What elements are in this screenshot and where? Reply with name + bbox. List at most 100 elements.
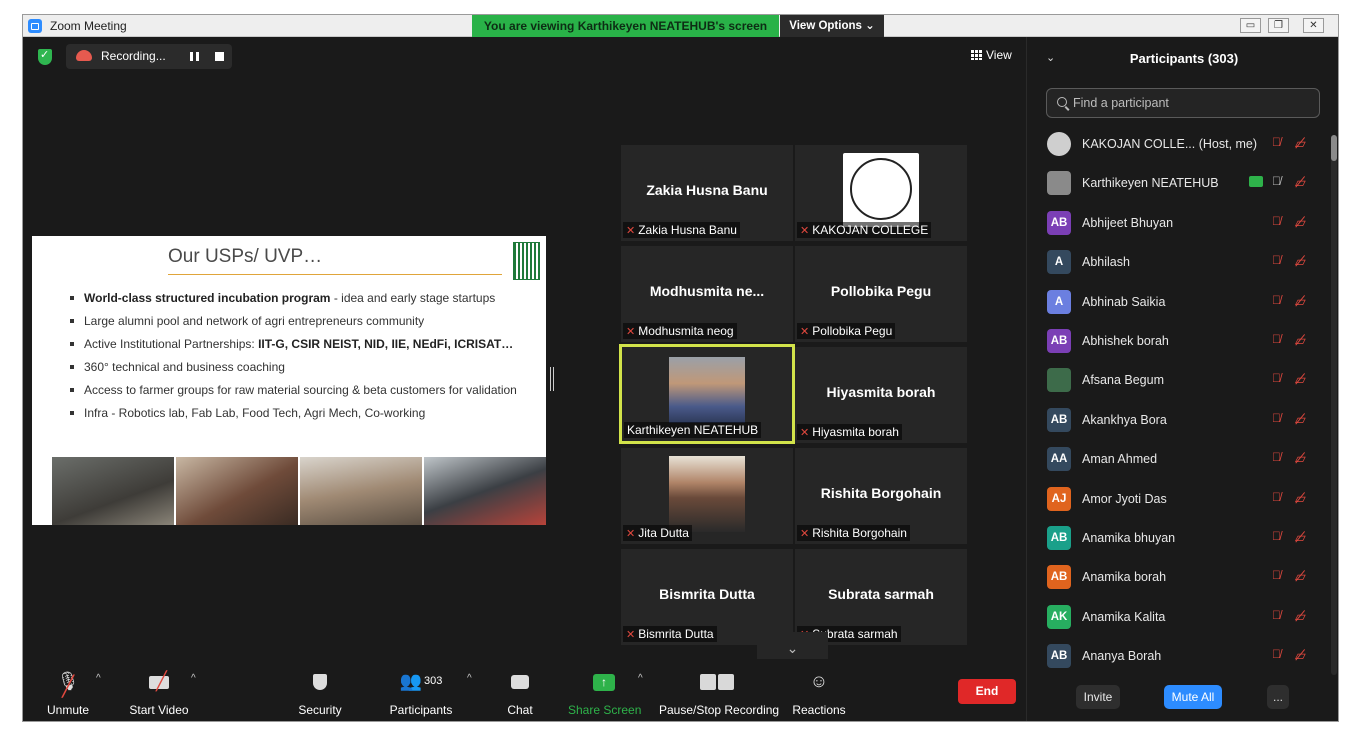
bullet-bold-text: World-class structured incubation progra…	[84, 291, 331, 305]
mic-muted-icon: 🎙̸	[1272, 135, 1281, 149]
lab-photo	[424, 457, 546, 525]
view-options-button[interactable]: View Options ⌄	[780, 15, 884, 37]
end-meeting-button[interactable]: End	[958, 679, 1016, 704]
participant-video	[669, 456, 745, 532]
participant-row[interactable]: AB Abhijeet Bhuyan 🎙̸ ▱̸	[1027, 204, 1327, 243]
video-off-icon: ▱̸	[1295, 410, 1306, 427]
participants-count: 303	[424, 675, 443, 687]
participants-panel: ⌄ Participants (303) KAKOJAN COLLE... (H…	[1026, 37, 1338, 721]
participant-row[interactable]: AB Akankhya Bora 🎙̸ ▱̸	[1027, 401, 1327, 440]
participant-row[interactable]: Afsana Begum 🎙̸ ▱̸	[1027, 361, 1327, 400]
participants-button[interactable]: 👥 303 ^ Participants	[389, 659, 472, 721]
video-off-icon: ▱̸	[1295, 489, 1306, 506]
active-speaker-tile[interactable]: Karthikeyen NEATEHUB	[619, 344, 795, 444]
pause-stop-recording-button[interactable]: Pause/Stop Recording	[659, 659, 779, 721]
video-tile[interactable]: Subrata sarmah ✕Subrata sarmah	[795, 549, 967, 645]
share-screen-button[interactable]: ↑ ^ Share Screen	[568, 659, 643, 721]
view-layout-button[interactable]: View	[971, 48, 1012, 62]
video-tile[interactable]: Rishita Borgohain ✕ Rishita Borgohain	[795, 448, 967, 544]
zoom-window: Zoom Meeting You are viewing Karthikeyen…	[22, 14, 1339, 722]
start-video-button[interactable]: ╱ ^ Start Video	[125, 659, 196, 721]
mic-muted-icon: 🎙̸	[1272, 489, 1281, 504]
bullet-text: 360° technical and business coaching	[84, 360, 285, 374]
participants-label: Participants	[389, 703, 453, 717]
mic-muted-icon: 🎙̸	[1272, 647, 1281, 662]
share-screen-icon: ↑	[568, 659, 640, 699]
video-tile[interactable]: ✕ Jita Dutta	[621, 448, 793, 544]
mute-all-button[interactable]: Mute All	[1164, 685, 1222, 709]
college-logo	[843, 153, 919, 227]
avatar: AB	[1047, 210, 1071, 235]
invite-button[interactable]: Invite	[1076, 685, 1120, 709]
reactions-button[interactable]: ☺ Reactions	[791, 659, 847, 721]
video-tile[interactable]: Modhusmita ne... ✕ Modhusmita neog	[621, 246, 793, 342]
slide-bullet: Active Institutional Partnerships: IIT-G…	[68, 336, 538, 352]
participant-row[interactable]: KAKOJAN COLLE... (Host, me) 🎙̸ ▱̸	[1027, 125, 1327, 164]
participant-row[interactable]: AB Anamika borah 🎙̸ ▱̸	[1027, 558, 1327, 597]
chevron-up-icon[interactable]: ^	[191, 673, 196, 684]
participant-video	[669, 357, 745, 423]
avatar: AB	[1047, 644, 1071, 669]
participant-row[interactable]: AB Ananya Borah 🎙̸ ▱̸	[1027, 637, 1327, 676]
minimize-button[interactable]: ▭	[1240, 18, 1261, 33]
participant-row[interactable]: Karthikeyen NEATEHUB 🎙̸ ▱̸	[1027, 164, 1327, 203]
stop-recording-icon[interactable]	[215, 52, 224, 61]
participant-row[interactable]: A Abhilash 🎙̸ ▱̸	[1027, 243, 1327, 282]
mic-muted-icon: ✕	[800, 225, 810, 237]
screen-share-icon	[1249, 176, 1263, 188]
video-tile[interactable]: Hiyasmita borah ✕ Hiyasmita borah	[795, 347, 967, 443]
video-tile[interactable]: Pollobika Pegu ✕ Pollobika Pegu	[795, 246, 967, 342]
participant-row[interactable]: AJ Amor Jyoti Das 🎙̸ ▱̸	[1027, 480, 1327, 519]
participant-row[interactable]: A Abhinab Saikia 🎙̸ ▱̸	[1027, 283, 1327, 322]
participant-row[interactable]: AB Anamika bhuyan 🎙̸ ▱̸	[1027, 519, 1327, 558]
avatar: AB	[1047, 565, 1071, 590]
video-off-icon: ▱̸	[1295, 174, 1306, 191]
video-tile[interactable]: Bismrita Dutta ✕ Bismrita Dutta	[621, 549, 793, 645]
avatar	[1047, 368, 1071, 393]
close-button[interactable]: ✕	[1303, 18, 1324, 33]
mic-muted-icon: 🎙̸	[1272, 253, 1281, 268]
video-off-icon: ▱̸	[1295, 331, 1306, 348]
video-off-icon: ▱̸	[1295, 568, 1306, 585]
mic-muted-icon: ✕	[626, 528, 636, 540]
split-view-handle[interactable]	[550, 367, 554, 391]
tile-label-text: Bismrita Dutta	[638, 627, 714, 641]
more-options-button[interactable]: ...	[1267, 685, 1289, 709]
video-area: Recording... View Our USPs/ UVP… World-c…	[23, 37, 1026, 721]
video-tile[interactable]: Zakia Husna Banu ✕ Zakia Husna Banu	[621, 145, 793, 241]
participant-row[interactable]: AA Aman Ahmed 🎙̸ ▱̸	[1027, 440, 1327, 479]
participant-row[interactable]: AK Anamika Kalita 🎙̸ ▱̸	[1027, 598, 1327, 637]
video-off-icon: ▱̸	[1295, 213, 1306, 230]
participant-list-scrollbar[interactable]	[1331, 135, 1337, 675]
tile-name-label: ✕ Jita Dutta	[623, 525, 692, 541]
tile-label-text: Zakia Husna Banu	[638, 223, 737, 237]
video-off-icon: ▱̸	[1295, 292, 1306, 309]
slide-photo-strip	[52, 457, 546, 525]
chat-bubble-icon	[500, 659, 540, 699]
tile-name-label: ✕ Rishita Borgohain	[797, 525, 910, 541]
chat-button[interactable]: Chat	[500, 659, 540, 721]
maximize-button[interactable]: ❐	[1268, 18, 1289, 33]
bullet-text: Infra - Robotics lab, Fab Lab, Food Tech…	[84, 406, 426, 420]
find-participant-input[interactable]	[1046, 88, 1320, 118]
chevron-up-icon[interactable]: ^	[467, 673, 472, 684]
zoom-app-icon	[28, 19, 42, 33]
participant-name: Abhinab Saikia	[1082, 294, 1166, 309]
video-off-icon: ▱̸	[1295, 371, 1306, 388]
security-button[interactable]: Security	[295, 659, 345, 721]
mic-muted-icon: ✕	[626, 225, 636, 237]
participant-name: Abhishek borah	[1082, 333, 1169, 348]
unmute-button[interactable]: 🎙 ╱ ^ Unmute	[38, 659, 101, 721]
slide-bullet: Infra - Robotics lab, Fab Lab, Food Tech…	[68, 405, 538, 421]
participant-row[interactable]: AB Abhishek borah 🎙̸ ▱̸	[1027, 322, 1327, 361]
tile-name-center: Subrata sarmah	[828, 586, 934, 602]
chevron-up-icon[interactable]: ^	[638, 673, 643, 684]
video-tile[interactable]: ✕ KAKOJAN COLLEGE	[795, 145, 967, 241]
pause-recording-icon[interactable]	[190, 52, 199, 61]
bullet-text: - idea and early stage startups	[330, 291, 496, 305]
participant-name: Abhijeet Bhuyan	[1082, 215, 1174, 230]
chevron-up-icon[interactable]: ^	[96, 673, 101, 684]
tile-name-label: ✕ KAKOJAN COLLEGE	[797, 222, 932, 238]
mic-muted-icon: 🎙 ╱	[56, 671, 80, 698]
tile-label-text: Jita Dutta	[638, 526, 689, 540]
